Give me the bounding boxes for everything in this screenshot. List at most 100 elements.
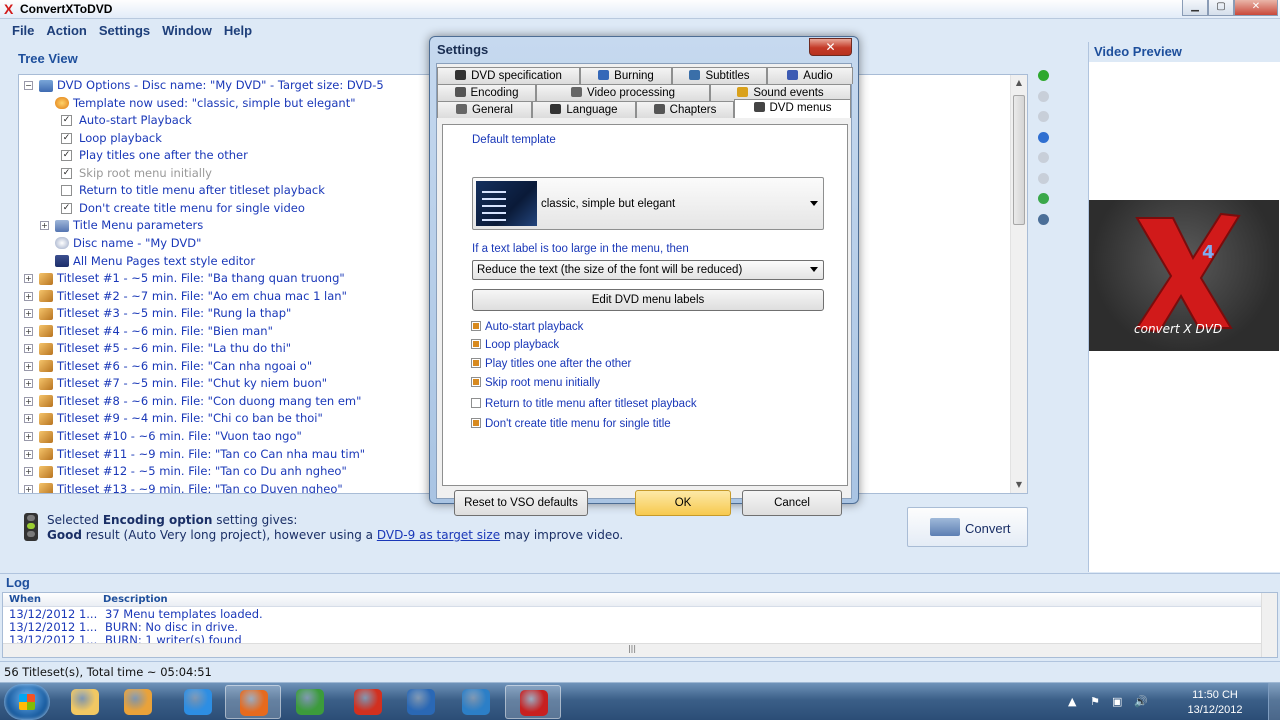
tree-item[interactable]: + Titleset #2 - ~7 min. File: "Ao em chua…: [24, 288, 347, 305]
tree-item[interactable]: + Titleset #6 - ~6 min. File: "Can nha ng…: [24, 358, 312, 375]
checkbox-checked[interactable]: [471, 418, 481, 428]
expand-icon[interactable]: +: [24, 414, 33, 424]
tab-dvd-menus[interactable]: DVD menus: [734, 99, 851, 118]
checkbox[interactable]: ✓: [61, 115, 72, 127]
tree-option-row[interactable]: ✓ Loop playback: [61, 130, 162, 147]
taskbar-chrome[interactable]: [282, 685, 338, 719]
expand-icon[interactable]: +: [24, 344, 33, 354]
taskbar-unikey[interactable]: [393, 685, 449, 719]
expand-icon[interactable]: +: [24, 484, 33, 493]
checkbox-checked[interactable]: [471, 358, 481, 368]
tree-item[interactable]: + Titleset #7 - ~5 min. File: "Chut ky ni…: [24, 375, 327, 392]
chapter-icon[interactable]: [1038, 193, 1049, 204]
checkbox[interactable]: ✓: [61, 202, 72, 214]
reset-defaults-button[interactable]: Reset to VSO defaults: [454, 490, 588, 516]
menu-action[interactable]: Action: [40, 20, 92, 42]
checkbox[interactable]: ✓: [61, 150, 72, 162]
log-col-when[interactable]: When: [9, 594, 41, 605]
tree-item[interactable]: + Titleset #11 - ~9 min. File: "Tan co Ca…: [24, 446, 365, 463]
tab-audio[interactable]: Audio: [767, 67, 853, 84]
tree-item[interactable]: + Titleset #8 - ~6 min. File: "Con duong …: [24, 393, 361, 410]
tab-encoding[interactable]: Encoding: [437, 84, 536, 101]
ok-button[interactable]: OK: [635, 490, 731, 516]
scroll-down-icon[interactable]: ▼: [1011, 477, 1027, 493]
expand-icon[interactable]: +: [24, 309, 33, 319]
expand-icon[interactable]: +: [24, 291, 33, 301]
checkbox[interactable]: [61, 185, 72, 197]
maximize-button[interactable]: ▢: [1208, 0, 1234, 16]
tree-item[interactable]: + Titleset #10 - ~6 min. File: "Vuon tao …: [24, 428, 302, 445]
option-checkbox[interactable]: Don't create title menu for single title: [471, 418, 671, 430]
tree-item[interactable]: Template now used: "classic, simple but …: [40, 95, 356, 112]
taskbar-internet-explorer[interactable]: [170, 685, 226, 719]
taskbar-media-player[interactable]: [110, 685, 166, 719]
tree-option-row[interactable]: ✓ Don't create title menu for single vide…: [61, 200, 305, 217]
edit-icon[interactable]: [1038, 90, 1049, 102]
expand-icon[interactable]: +: [24, 326, 33, 336]
checkbox[interactable]: ✓: [61, 167, 72, 179]
clock[interactable]: 11:50 CH 13/12/2012: [1180, 688, 1250, 718]
tree-item[interactable]: + Titleset #4 - ~6 min. File: "Bien man": [24, 323, 273, 340]
text-label-select[interactable]: Reduce the text (the size of the font wi…: [472, 260, 824, 280]
close-button[interactable]: ✕: [1234, 0, 1278, 16]
monitor-icon[interactable]: [1038, 213, 1049, 225]
convert-button[interactable]: Convert: [907, 507, 1028, 547]
tray-expand-icon[interactable]: ▲: [1068, 695, 1082, 708]
action-center-icon[interactable]: ⚑: [1090, 695, 1104, 708]
edit-dvd-menu-labels-button[interactable]: Edit DVD menu labels: [472, 289, 824, 311]
expand-icon[interactable]: +: [24, 361, 33, 371]
option-checkbox[interactable]: Return to title menu after titleset play…: [471, 398, 697, 410]
expand-icon[interactable]: +: [24, 274, 33, 284]
tree-item[interactable]: + Title Menu parameters: [40, 217, 203, 234]
menu-settings[interactable]: Settings: [93, 20, 156, 42]
tree-item[interactable]: − DVD Options - Disc name: "My DVD" - Tar…: [24, 77, 384, 94]
log-hscrollbar[interactable]: |||: [3, 643, 1261, 657]
tree-item[interactable]: + Titleset #3 - ~5 min. File: "Rung la th…: [24, 305, 291, 322]
tree-option-row[interactable]: Return to title menu after titleset play…: [61, 182, 325, 199]
expand-icon[interactable]: +: [24, 379, 33, 389]
expand-icon[interactable]: +: [24, 432, 33, 441]
option-checkbox[interactable]: Loop playback: [471, 339, 559, 351]
move-up-icon[interactable]: [1038, 152, 1049, 163]
expand-icon[interactable]: +: [40, 221, 49, 231]
tree-option-row[interactable]: ✓ Auto-start Playback: [61, 112, 192, 129]
option-checkbox[interactable]: Auto-start playback: [471, 321, 583, 333]
dialog-close-button[interactable]: ✕: [809, 38, 852, 56]
tab-chapters[interactable]: Chapters: [636, 101, 734, 118]
expand-icon[interactable]: +: [24, 467, 33, 477]
taskbar-convertxtodvd[interactable]: [505, 685, 561, 719]
option-checkbox[interactable]: Play titles one after the other: [471, 358, 631, 370]
volume-icon[interactable]: 🔊: [1134, 695, 1148, 708]
expand-icon[interactable]: +: [24, 449, 33, 459]
minimize-button[interactable]: ▁: [1182, 0, 1208, 16]
tree-item[interactable]: + Titleset #1 - ~5 min. File: "Ba thang q…: [24, 270, 345, 287]
tree-option-row[interactable]: ✓ Play titles one after the other: [61, 147, 248, 164]
start-button[interactable]: [4, 684, 50, 720]
expand-icon[interactable]: +: [24, 396, 33, 406]
tree-item[interactable]: + Titleset #13 - ~9 min. File: "Tan co Du…: [24, 481, 343, 493]
checkbox-unchecked[interactable]: [471, 398, 481, 408]
tree-scrollbar[interactable]: ▲ ▼: [1010, 75, 1027, 493]
template-select[interactable]: classic, simple but elegant: [472, 177, 824, 230]
checkbox-checked[interactable]: [471, 339, 481, 349]
taskbar-desktop[interactable]: [448, 685, 504, 719]
show-desktop-button[interactable]: [1268, 683, 1280, 720]
collapse-icon[interactable]: −: [24, 81, 33, 90]
checkbox[interactable]: ✓: [61, 132, 72, 144]
scroll-up-icon[interactable]: ▲: [1011, 75, 1027, 91]
tree-option-row[interactable]: ✓ Skip root menu initially: [61, 165, 212, 182]
cancel-button[interactable]: Cancel: [742, 490, 842, 516]
network-icon[interactable]: ▣: [1112, 695, 1126, 708]
tree-item[interactable]: + Titleset #12 - ~5 min. File: "Tan co Du…: [24, 463, 347, 480]
tree-item[interactable]: + Titleset #5 - ~6 min. File: "La thu do …: [24, 340, 291, 357]
tab-dvd-specification[interactable]: DVD specification: [437, 67, 580, 84]
tab-general[interactable]: General: [437, 101, 532, 118]
remove-icon[interactable]: [1038, 111, 1049, 122]
checkbox-checked[interactable]: [471, 377, 481, 387]
add-icon[interactable]: [1038, 70, 1049, 81]
tree-item[interactable]: All Menu Pages text style editor: [40, 253, 255, 270]
tab-video-processing[interactable]: Video processing: [536, 84, 710, 101]
tab-subtitles[interactable]: Subtitles: [672, 67, 767, 84]
taskbar-ccleaner[interactable]: [340, 685, 396, 719]
menu-file[interactable]: File: [6, 20, 40, 42]
